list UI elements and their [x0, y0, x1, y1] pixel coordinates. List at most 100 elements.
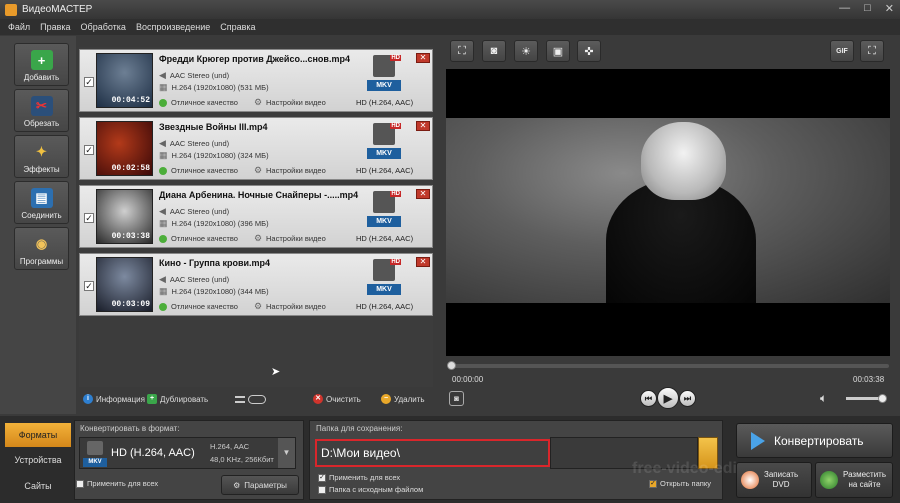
trim-button[interactable]: ✂ Обрезать — [14, 89, 69, 132]
programs-button[interactable]: ◉ Программы — [14, 227, 69, 270]
video-thumbnail[interactable]: 00:03:09 — [96, 257, 153, 312]
seek-bar[interactable] — [447, 361, 889, 370]
duplicate-button[interactable]: + Дублировать — [147, 394, 208, 404]
video-settings-link[interactable]: Настройки видео — [266, 166, 326, 175]
video-preview[interactable] — [446, 69, 890, 356]
mkv-format-icon: MKV — [83, 441, 107, 467]
format-select[interactable]: MKV HD (H.264, AAC) H.264, AAC 48,0 KHz,… — [79, 437, 296, 469]
save-path-input[interactable]: D:\Мои видео\ — [315, 439, 550, 467]
next-button[interactable]: ⏭ — [679, 390, 696, 407]
quality-label[interactable]: Отличное качество — [171, 166, 238, 175]
duration: 00:04:52 — [111, 96, 150, 105]
file-checkbox[interactable]: ✓ — [84, 145, 94, 155]
convert-arrow-icon — [751, 431, 765, 450]
remove-file-button[interactable]: ✕ — [416, 257, 430, 267]
checkbox-box[interactable]: ✓ — [649, 479, 657, 488]
effects-button[interactable]: ✦ Эффекты — [14, 135, 69, 178]
info-label: Информация — [96, 394, 145, 404]
same-folder-checkbox[interactable]: Папка с исходным файлом — [318, 485, 423, 494]
chevron-down-icon[interactable]: ▼ — [278, 438, 295, 468]
video-thumbnail[interactable]: 00:02:58 — [96, 121, 153, 176]
film-icon: ▦ — [159, 150, 168, 160]
format-badge[interactable]: HD MKV — [367, 191, 401, 231]
remove-file-button[interactable]: ✕ — [416, 189, 430, 199]
add-button[interactable]: + Добавить — [14, 43, 69, 86]
list-item[interactable]: ✓ 00:03:38 Диана Арбенина. Ночные Снайпе… — [79, 185, 433, 248]
effects-button-label: Эффекты — [23, 165, 60, 174]
join-button[interactable]: ▤ Соединить — [14, 181, 69, 224]
quality-label[interactable]: Отличное качество — [171, 234, 238, 243]
info-icon: i — [83, 394, 93, 404]
mkv-label: MKV — [83, 458, 107, 467]
checkbox-box[interactable] — [76, 479, 84, 488]
video-thumbnail[interactable]: 00:03:38 — [96, 189, 153, 244]
quality-label[interactable]: Отличное качество — [171, 98, 238, 107]
video-info: H.264 (1920x1080) (396 МБ) — [171, 219, 269, 228]
video-settings-link[interactable]: Настройки видео — [266, 302, 326, 311]
menu-help[interactable]: Справка — [220, 22, 255, 32]
menu-playback[interactable]: Воспроизведение — [136, 22, 210, 32]
tab-sites[interactable]: Сайты — [5, 474, 71, 498]
dvd-icon — [741, 471, 759, 489]
previous-button[interactable]: ⏮ — [640, 390, 657, 407]
volume-slider[interactable] — [846, 394, 887, 403]
snapshot-icon[interactable]: ◙ — [482, 40, 506, 62]
speaker-icon: ◀ — [159, 70, 166, 80]
view-toggle[interactable] — [235, 394, 266, 404]
video-settings-link[interactable]: Настройки видео — [266, 98, 326, 107]
file-checkbox[interactable]: ✓ — [84, 281, 94, 291]
parameters-button[interactable]: ⚙ Параметры — [221, 475, 299, 495]
publish-web-button[interactable]: Разместить на сайте — [815, 462, 893, 498]
format-apply-all-checkbox[interactable]: Применить для всех — [76, 479, 158, 488]
volume-icon[interactable]: 🔈︎ — [820, 391, 827, 406]
info-button[interactable]: i Информация — [83, 394, 145, 404]
play-button[interactable]: ▶ — [657, 387, 679, 409]
audio-rate-info: 48,0 KHz, 256Кбит — [210, 455, 274, 464]
list-item[interactable]: ✓ 00:03:09 Кино - Группа крови.mp4 ◀ AAC … — [79, 253, 433, 316]
save-apply-all-label: Применить для всех — [329, 473, 401, 482]
seek-handle[interactable] — [447, 361, 456, 370]
stabilize-icon[interactable]: ▣ — [546, 40, 570, 62]
burn-dvd-button[interactable]: Записать DVD — [736, 462, 812, 498]
video-settings-link[interactable]: Настройки видео — [266, 234, 326, 243]
list-item[interactable]: ✓ 00:04:52 Фредди Крюгер против Джейсо..… — [79, 49, 433, 112]
window-title: ВидеоМАСТЕР — [22, 4, 93, 15]
file-checkbox[interactable]: ✓ — [84, 213, 94, 223]
snapshot-small-icon[interactable]: ◙ — [449, 391, 464, 406]
format-badge[interactable]: HD MKV — [367, 55, 401, 95]
menu-processing[interactable]: Обработка — [81, 22, 126, 32]
menu-file[interactable]: Файл — [8, 22, 30, 32]
speed-runner-icon[interactable]: ✜ — [577, 40, 601, 62]
brightness-icon[interactable]: ☀ — [514, 40, 538, 62]
video-thumbnail[interactable]: 00:04:52 — [96, 53, 153, 108]
list-item[interactable]: ✓ 00:02:58 Звездные Войны III.mp4 ◀ AAC S… — [79, 117, 433, 180]
fullscreen-icon[interactable]: ⛶ — [860, 40, 884, 62]
checkbox-box[interactable]: ✓ — [318, 473, 326, 482]
remove-file-button[interactable]: ✕ — [416, 53, 430, 63]
remove-file-button[interactable]: ✕ — [416, 121, 430, 131]
crop-icon[interactable]: ⛶ — [450, 40, 474, 62]
format-name: HD (H.264, AAC) — [356, 234, 414, 243]
maximize-button[interactable]: □ — [864, 2, 871, 15]
delete-button[interactable]: − Удалить — [381, 394, 425, 404]
clear-button[interactable]: ✕ Очистить — [313, 394, 361, 404]
tab-devices[interactable]: Устройства — [5, 448, 71, 472]
list-view-icon — [235, 395, 245, 403]
quality-label[interactable]: Отличное качество — [171, 302, 238, 311]
file-checkbox[interactable]: ✓ — [84, 77, 94, 87]
mkv-label: MKV — [367, 216, 401, 227]
hd-label: HD — [390, 191, 401, 197]
format-name: HD (H.264, AAC) — [356, 302, 414, 311]
close-button[interactable]: ✕ — [885, 2, 894, 15]
menu-edit[interactable]: Правка — [40, 22, 70, 32]
format-badge[interactable]: HD MKV — [367, 123, 401, 163]
convert-button[interactable]: Конвертировать — [736, 423, 893, 458]
volume-handle[interactable] — [878, 394, 887, 403]
format-badge[interactable]: HD MKV — [367, 259, 401, 299]
checkbox-box[interactable] — [318, 485, 326, 494]
save-apply-all-checkbox[interactable]: ✓ Применить для всех — [318, 473, 400, 482]
minimize-button[interactable]: — — [839, 2, 850, 15]
open-folder-checkbox[interactable]: ✓ Открыть папку — [649, 479, 711, 488]
tab-formats[interactable]: Форматы — [5, 423, 71, 447]
gif-button[interactable]: GIF — [830, 40, 854, 62]
